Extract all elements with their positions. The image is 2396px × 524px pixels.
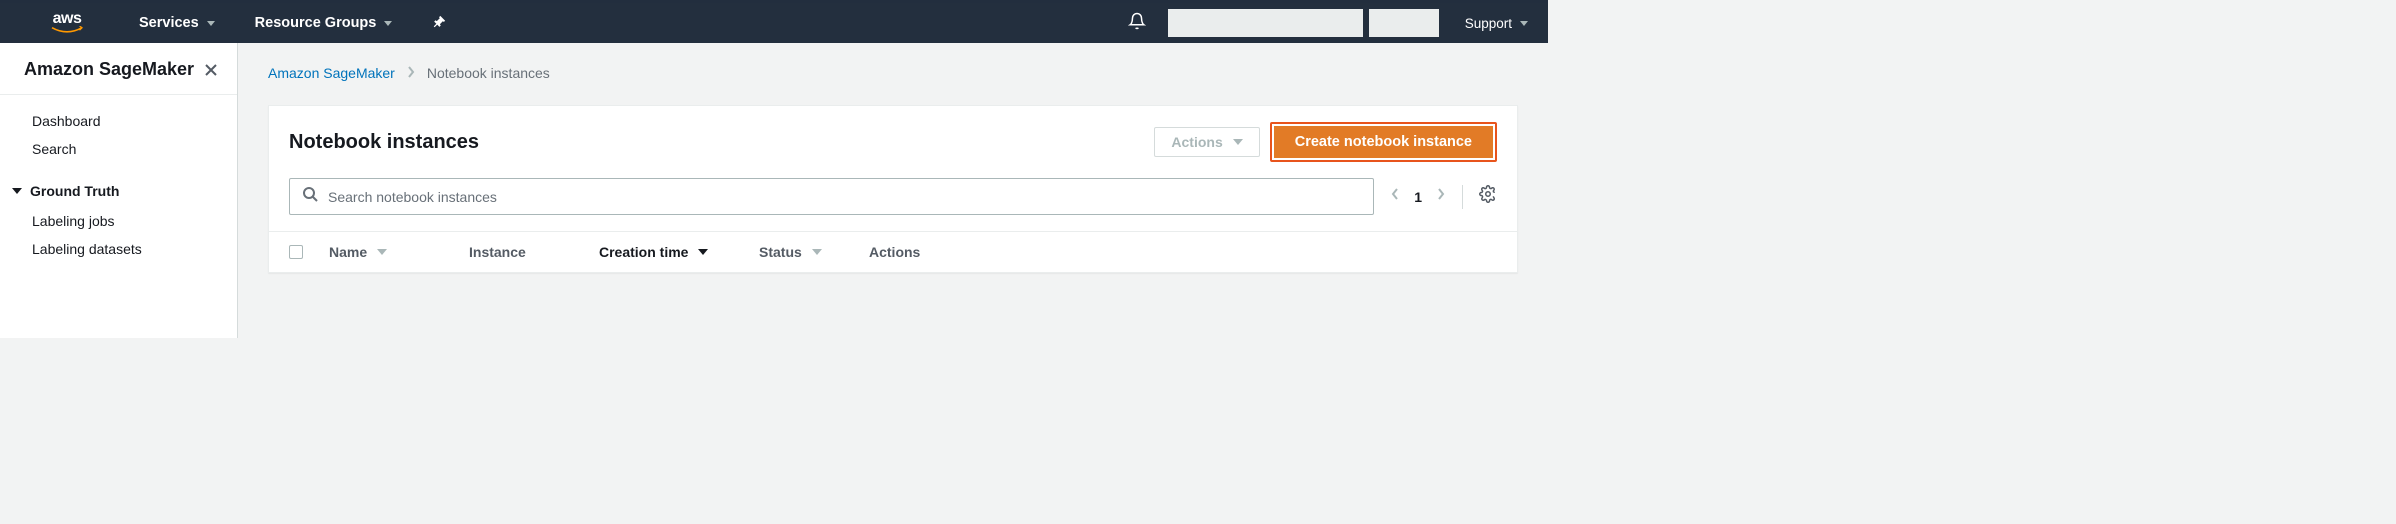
actions-button[interactable]: Actions — [1154, 127, 1259, 157]
chevron-down-icon — [1233, 139, 1243, 145]
column-header-instance[interactable]: Instance — [469, 244, 599, 260]
breadcrumb-current: Notebook instances — [427, 65, 550, 81]
search-icon — [302, 186, 318, 207]
panel-title: Notebook instances — [289, 131, 1144, 154]
column-label: Actions — [869, 244, 920, 260]
sort-icon — [377, 249, 387, 255]
nav-resource-groups[interactable]: Resource Groups — [255, 15, 393, 31]
chevron-down-icon — [384, 21, 392, 26]
chevron-down-icon — [12, 188, 22, 194]
pagination: 1 — [1390, 187, 1446, 206]
nav-region-box[interactable] — [1369, 9, 1439, 37]
sidebar-item-search[interactable]: Search — [0, 135, 237, 163]
divider — [1462, 185, 1463, 209]
notebook-instances-panel: Notebook instances Actions Create notebo… — [268, 105, 1518, 273]
aws-logo-text: aws — [53, 11, 82, 27]
sidebar-item-labeling-datasets[interactable]: Labeling datasets — [0, 235, 237, 263]
aws-logo[interactable]: aws — [50, 11, 84, 36]
nav-support[interactable]: Support — [1465, 16, 1528, 31]
gear-icon[interactable] — [1479, 185, 1497, 208]
bell-icon[interactable] — [1128, 12, 1146, 35]
column-header-actions: Actions — [869, 244, 1497, 260]
nav-support-label: Support — [1465, 16, 1512, 31]
nav-resource-groups-label: Resource Groups — [255, 15, 377, 31]
search-input[interactable] — [328, 189, 1361, 205]
column-label: Creation time — [599, 244, 688, 260]
table-header-row: Name Instance Creation time Status Actio… — [269, 231, 1517, 272]
column-label: Status — [759, 244, 802, 260]
column-header-creation-time[interactable]: Creation time — [599, 244, 759, 260]
prev-page-button[interactable] — [1390, 187, 1400, 206]
page-number: 1 — [1414, 189, 1422, 205]
column-header-name[interactable]: Name — [329, 244, 469, 260]
column-label: Name — [329, 244, 367, 260]
sidebar-group-ground-truth[interactable]: Ground Truth — [0, 175, 237, 207]
nav-account-box[interactable] — [1168, 9, 1363, 37]
pin-icon[interactable] — [432, 15, 446, 32]
create-notebook-instance-button[interactable]: Create notebook instance — [1274, 126, 1493, 158]
sort-icon — [812, 249, 822, 255]
top-nav: aws Services Resource Groups Support — [0, 3, 1548, 43]
sidebar-group-label: Ground Truth — [30, 183, 119, 199]
search-box[interactable] — [289, 178, 1374, 215]
actions-button-label: Actions — [1171, 134, 1222, 150]
column-label: Instance — [469, 244, 526, 260]
nav-services[interactable]: Services — [139, 15, 215, 31]
breadcrumb: Amazon SageMaker Notebook instances — [268, 65, 1518, 81]
chevron-right-icon — [407, 65, 415, 81]
chevron-down-icon — [207, 21, 215, 26]
highlight-annotation: Create notebook instance — [1270, 122, 1497, 162]
aws-smile-icon — [50, 26, 84, 36]
column-header-status[interactable]: Status — [759, 244, 869, 260]
close-icon[interactable] — [203, 62, 219, 78]
sidebar-item-dashboard[interactable]: Dashboard — [0, 107, 237, 135]
next-page-button[interactable] — [1436, 187, 1446, 206]
sort-icon — [698, 249, 708, 255]
sidebar: Amazon SageMaker Dashboard Search Ground… — [0, 43, 238, 338]
chevron-down-icon — [1520, 21, 1528, 26]
breadcrumb-root[interactable]: Amazon SageMaker — [268, 65, 395, 81]
main-content: Amazon SageMaker Notebook instances Note… — [238, 43, 1548, 338]
nav-services-label: Services — [139, 15, 199, 31]
sidebar-title: Amazon SageMaker — [24, 59, 194, 80]
select-all-checkbox[interactable] — [289, 245, 329, 259]
sidebar-item-labeling-jobs[interactable]: Labeling jobs — [0, 207, 237, 235]
